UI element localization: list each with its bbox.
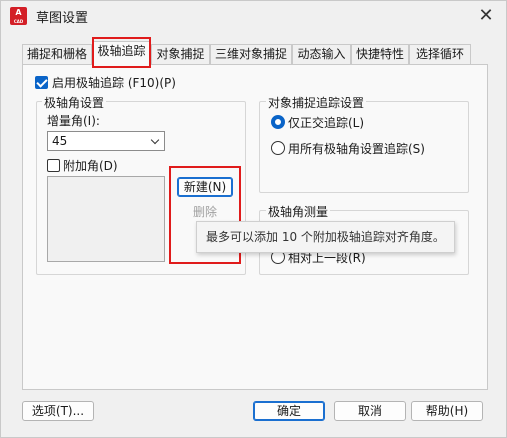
enable-polar-label: 启用极轴追踪 (F10)(P) [52,76,176,90]
increment-angle-value: 45 [52,134,68,148]
polar-angle-settings-title: 极轴角设置 [42,94,107,111]
orthogonal-only-label: 仅正交追踪(L) [288,116,365,130]
new-button-tooltip: 最多可以添加 10 个附加极轴追踪对齐角度。 [196,221,455,253]
snap-tracking-title: 对象捕捉追踪设置 [266,94,367,111]
all-polar-settings-label: 用所有极轴角设置追踪(S) [288,142,425,156]
tab-object-snap[interactable]: 对象捕捉 [151,44,210,65]
tab-3d-object-snap[interactable]: 三维对象捕捉 [210,44,292,65]
orthogonal-only-radio[interactable] [271,115,285,129]
app-icon-letter: A [15,8,22,17]
polar-measurement-title: 极轴角测量 [266,203,331,220]
tab-snap-grid[interactable]: 捕捉和栅格 [22,44,92,65]
additional-angle-checkbox[interactable] [47,159,60,172]
ok-button[interactable]: 确定 [253,401,325,421]
help-button[interactable]: 帮助(H) [411,401,483,421]
close-button[interactable]: ✕ [469,3,503,29]
tab-polar-tracking[interactable]: 极轴追踪 [93,41,150,66]
additional-angle-label: 附加角(D) [63,159,118,173]
options-button[interactable]: 选项(T)... [22,401,94,421]
cancel-button[interactable]: 取消 [334,401,406,421]
tab-quick-properties[interactable]: 快捷特性 [351,44,409,65]
sketch-settings-dialog: A CAD 草图设置 ✕ 捕捉和栅格 极轴追踪 对象捕捉 三维对象捕捉 动态输入… [0,0,507,438]
enable-polar-checkbox[interactable] [35,76,48,89]
app-icon-sub: CAD [13,19,24,24]
title-bar[interactable]: A CAD 草图设置 ✕ [1,1,506,31]
autocad-app-icon: A CAD [10,7,27,25]
delete-angle-button[interactable]: 删除 [177,203,233,223]
all-polar-settings-radio[interactable] [271,141,285,155]
new-angle-button[interactable]: 新建(N) [177,177,233,197]
tab-dynamic-input[interactable]: 动态输入 [292,44,351,65]
chevron-down-icon [150,135,160,145]
additional-angle-list[interactable] [47,176,165,262]
close-icon: ✕ [478,5,494,26]
window-title: 草图设置 [36,11,89,26]
tab-selection-cycling[interactable]: 选择循环 [409,44,471,65]
increment-angle-label: 增量角(I): [47,114,100,128]
increment-angle-select[interactable]: 45 [47,131,165,151]
